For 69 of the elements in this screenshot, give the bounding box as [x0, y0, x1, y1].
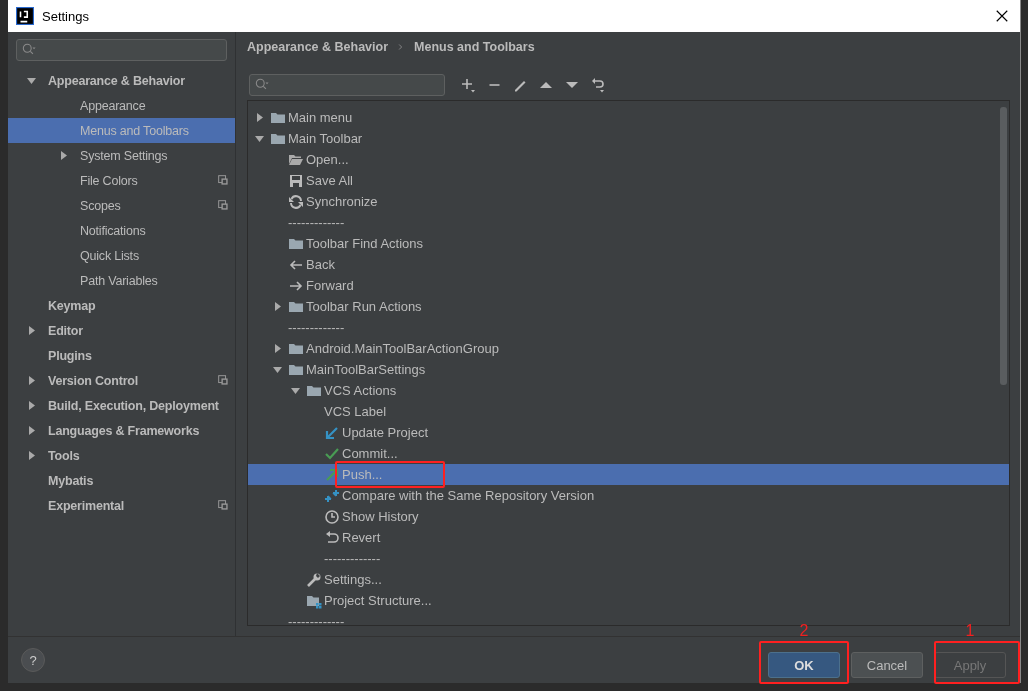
scrollbar[interactable] [1000, 107, 1007, 385]
sidebar-item[interactable]: Appearance & Behavior [8, 68, 235, 93]
annotation-number: 2 [798, 622, 810, 640]
sidebar-item[interactable]: Editor [8, 318, 235, 343]
search-icon [254, 78, 270, 92]
tree-item[interactable]: VCS Actions [248, 380, 1009, 401]
tree-item[interactable]: Android.MainToolBarActionGroup [248, 338, 1009, 359]
dialog-button[interactable]: Cancel [851, 652, 923, 678]
window-title: Settings [42, 8, 90, 24]
compare-arrows-icon [324, 487, 340, 504]
restore-icon [590, 77, 606, 93]
tree-item[interactable]: MainToolBarSettings [248, 359, 1009, 380]
tree-item[interactable]: ------------- [248, 317, 1009, 338]
tree-item[interactable]: Toolbar Run Actions [248, 296, 1009, 317]
sidebar-item[interactable]: Build, Execution, Deployment [8, 393, 235, 418]
tree-search-field[interactable] [249, 74, 445, 96]
sidebar-item[interactable]: Tools [8, 443, 235, 468]
tree-item[interactable]: Open... [248, 149, 1009, 170]
refresh-icon [288, 193, 304, 210]
tree-item[interactable]: Settings... [248, 569, 1009, 590]
dialog-button[interactable]: OK [768, 652, 840, 678]
search-icon [21, 43, 37, 57]
annotation-number: 1 [964, 622, 976, 640]
copy-icon [218, 200, 229, 211]
tree-item[interactable]: ------------- [248, 212, 1009, 233]
down-left-arrow-icon [324, 424, 340, 441]
sidebar-item[interactable]: Scopes [8, 193, 235, 218]
tree-item[interactable]: Compare with the Same Repository Version [248, 485, 1009, 506]
copy-icon [218, 375, 229, 386]
sidebar-item[interactable]: Experimental [8, 493, 235, 518]
tree-item[interactable]: VCS Label [248, 401, 1009, 422]
sidebar-item[interactable]: Mybatis [8, 468, 235, 493]
copy-icon [218, 175, 229, 186]
close-icon [995, 9, 1009, 23]
sidebar-item[interactable]: Notifications [8, 218, 235, 243]
sidebar-item[interactable]: File Colors [8, 168, 235, 193]
tree-item[interactable]: Commit... [248, 443, 1009, 464]
tree-item[interactable]: Update Project [248, 422, 1009, 443]
tree-item[interactable]: Main Toolbar [248, 128, 1009, 149]
help-button[interactable]: ? [21, 648, 45, 672]
app-logo-icon [16, 7, 34, 25]
sidebar-item[interactable]: Version Control [8, 368, 235, 393]
breadcrumb-item[interactable]: Menus and Toolbars [414, 40, 535, 54]
sidebar-item[interactable]: Languages & Frameworks [8, 418, 235, 443]
sidebar-item[interactable]: System Settings [8, 143, 235, 168]
sidebar-item[interactable]: Quick Lists [8, 243, 235, 268]
tree-item[interactable]: Forward [248, 275, 1009, 296]
tree-item[interactable]: Project Structure... [248, 590, 1009, 611]
settings-search-field[interactable] [16, 39, 227, 61]
tree-item[interactable]: Toolbar Find Actions [248, 233, 1009, 254]
sidebar-item[interactable]: Plugins [8, 343, 235, 368]
tree-item[interactable]: ------------- [248, 548, 1009, 569]
copy-icon [218, 500, 229, 511]
clock-icon [324, 508, 340, 525]
breadcrumb-item[interactable]: Appearance & Behavior [247, 40, 389, 54]
add-icon [460, 77, 476, 93]
tree-item[interactable]: Save All [248, 170, 1009, 191]
tree-item[interactable]: Synchronize [248, 191, 1009, 212]
tree-item[interactable]: Main menu [248, 107, 1009, 128]
wrench-icon [306, 571, 322, 588]
tree-item[interactable]: ------------- [248, 611, 1009, 625]
tree-item[interactable]: Show History [248, 506, 1009, 527]
sidebar-item[interactable]: Path Variables [8, 268, 235, 293]
tree-item[interactable]: Back [248, 254, 1009, 275]
tree-item[interactable]: Revert [248, 527, 1009, 548]
sidebar-item[interactable]: Appearance [8, 93, 235, 118]
up-right-arrow-icon [324, 466, 340, 483]
undo-arrow-icon [324, 529, 340, 546]
sidebar-item[interactable]: Keymap [8, 293, 235, 318]
